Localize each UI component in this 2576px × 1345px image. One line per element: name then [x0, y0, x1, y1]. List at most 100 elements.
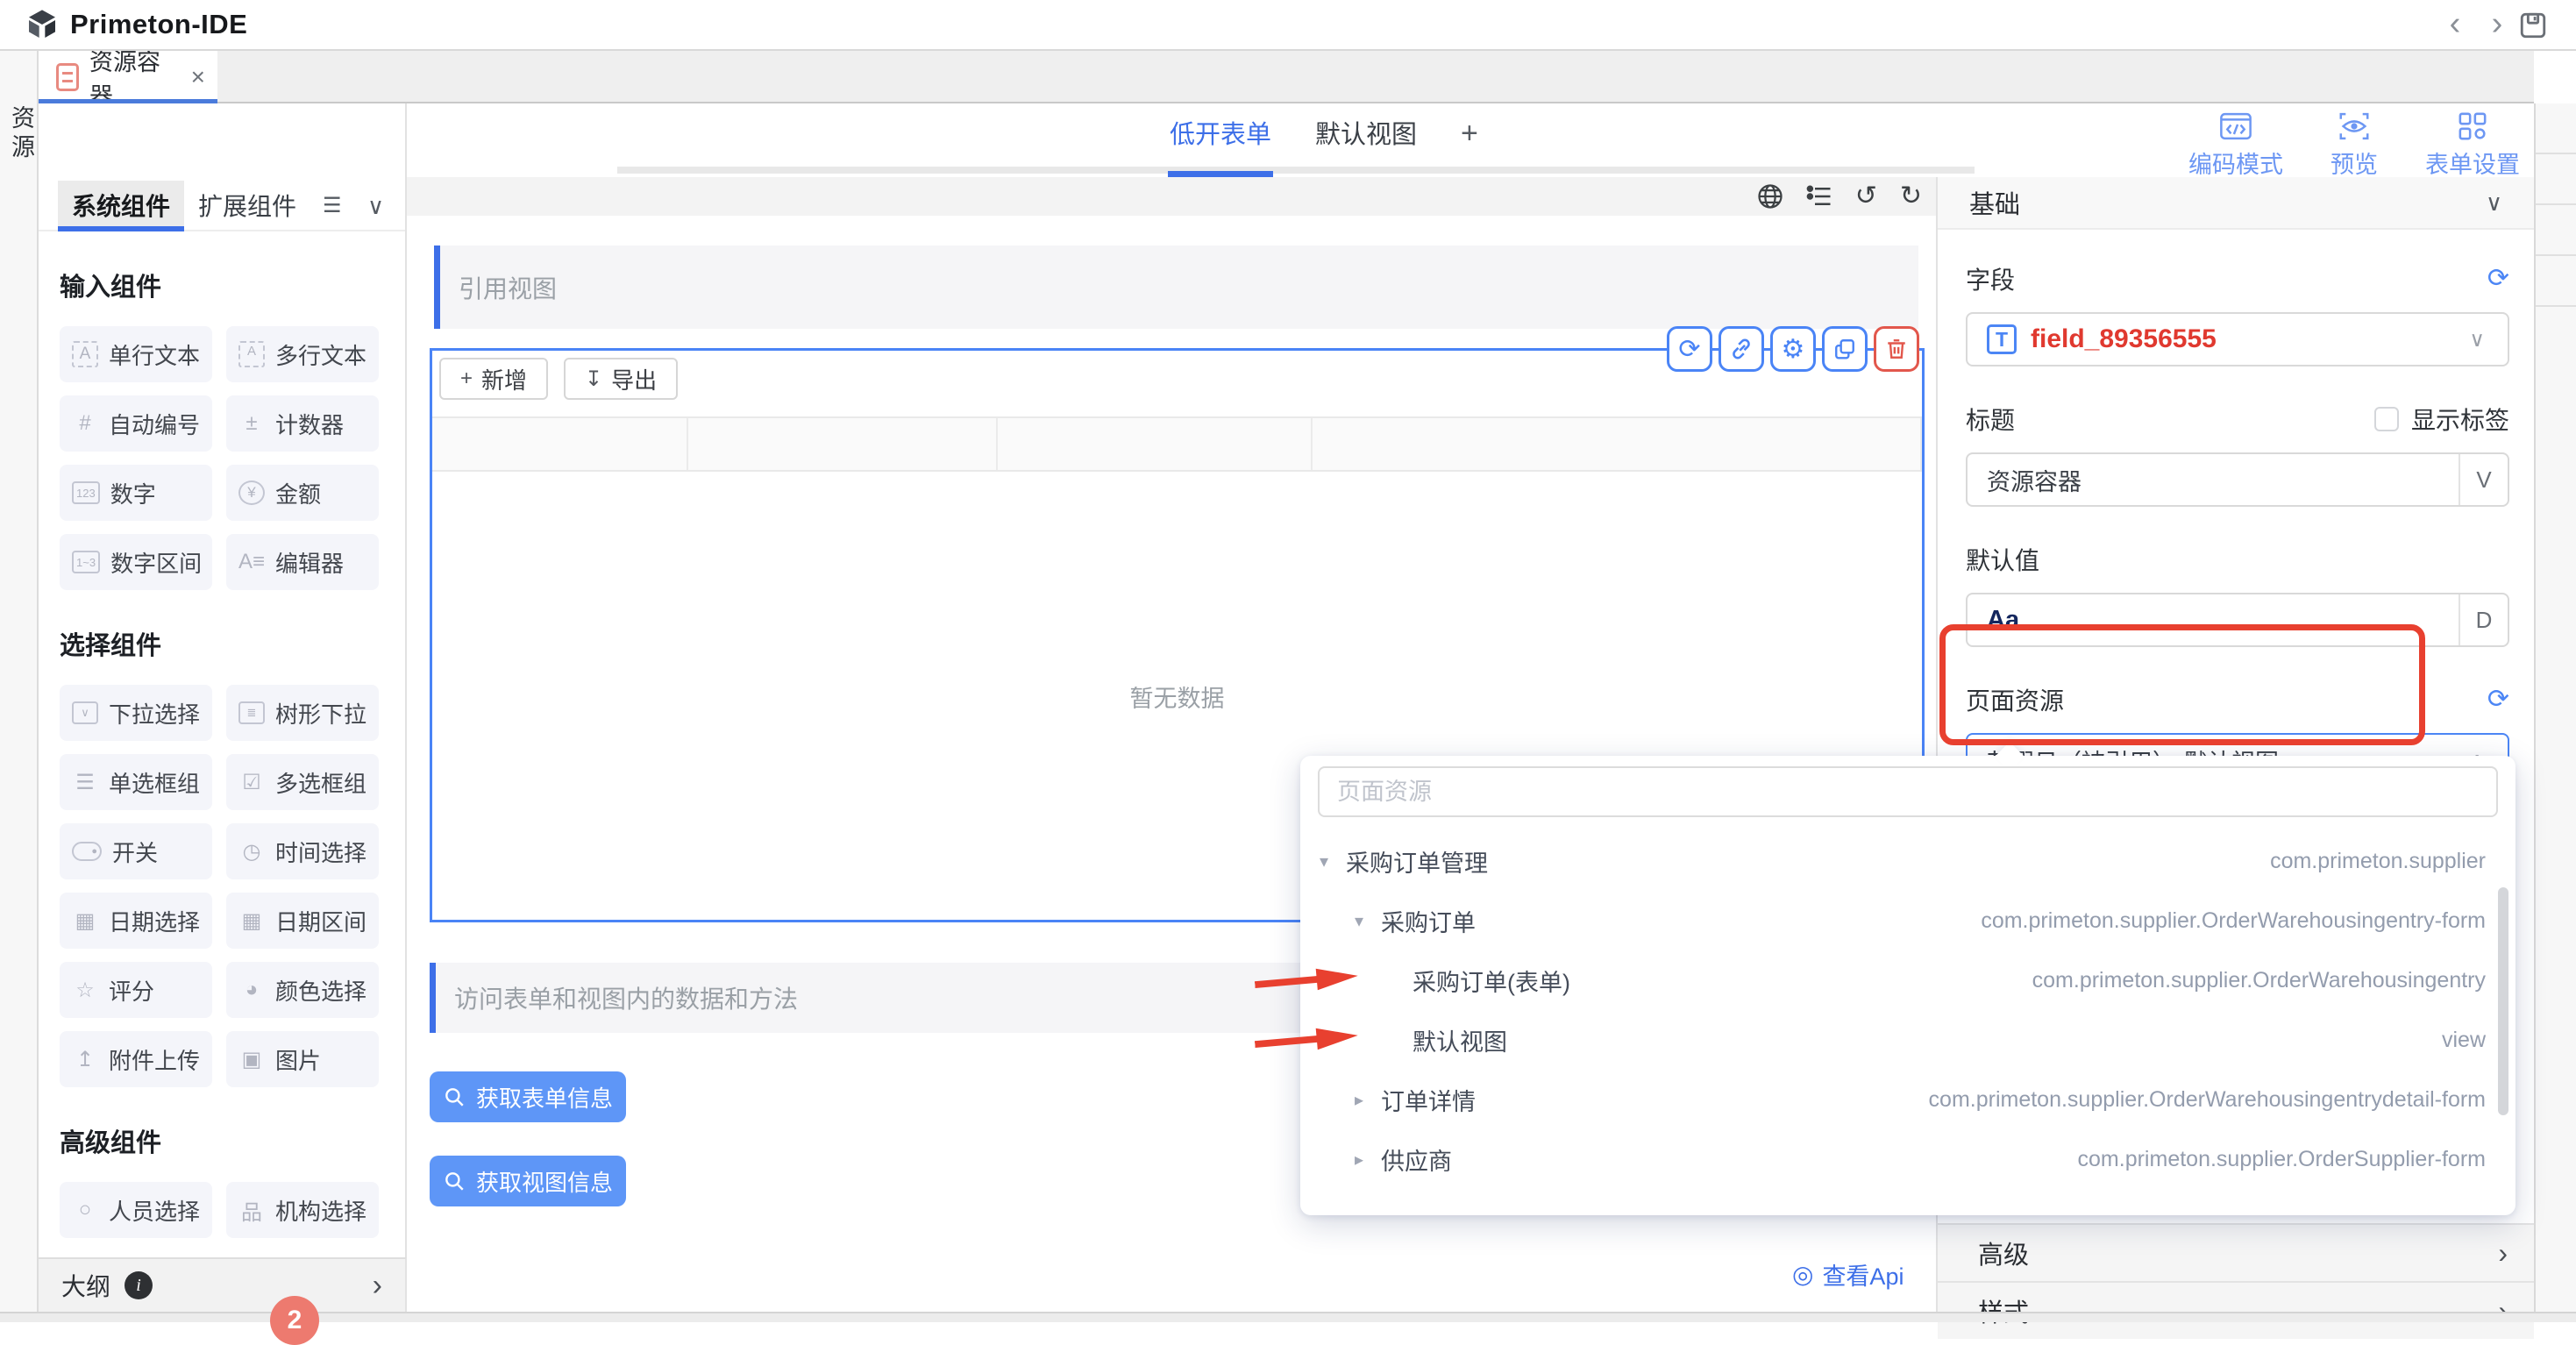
list-layout-icon[interactable]: ☰	[323, 193, 342, 218]
grid-column-header[interactable]	[432, 418, 688, 470]
right-rail-tab[interactable]	[2536, 256, 2576, 307]
component-item[interactable]: ▣ 图片	[226, 1031, 379, 1087]
component-item[interactable]: ◷ 时间选择	[226, 823, 379, 879]
section-label: 访问表单和视图内的数据和方法	[454, 980, 798, 1015]
undo-icon[interactable]: ↺	[1855, 183, 1877, 210]
refresh-resource-icon[interactable]: ⟳	[2487, 687, 2509, 713]
outline-settings-icon[interactable]	[1806, 183, 1832, 210]
plus-icon: +	[460, 366, 473, 391]
component-item[interactable]: ∨ 下拉选择	[60, 685, 212, 741]
reference-view-section[interactable]: 引用视图	[434, 246, 1918, 329]
outline-bar[interactable]: 大纲 i ›	[39, 1257, 407, 1312]
refresh-component-button[interactable]: ⟳	[1667, 326, 1712, 372]
component-item[interactable]: A≡ 编辑器	[226, 534, 379, 590]
form-settings-button[interactable]: 表单设置	[2425, 110, 2520, 180]
title-variable-addon[interactable]: V	[2459, 454, 2508, 505]
grid-column-header[interactable]	[998, 418, 1313, 470]
add-row-button[interactable]: + 新增	[439, 358, 548, 400]
add-view-button[interactable]: +	[1461, 117, 1478, 151]
nav-back-icon[interactable]: ‹	[2436, 4, 2474, 46]
link-component-button[interactable]	[1719, 326, 1764, 372]
grid-column-header[interactable]	[1901, 418, 1922, 470]
tree-caret-icon[interactable]: ▾	[1355, 910, 1381, 932]
style-section-header[interactable]: 样式 ›	[1938, 1281, 2534, 1339]
grid-column-header[interactable]	[688, 418, 998, 470]
right-rail-tab[interactable]	[2536, 154, 2576, 205]
tree-caret-icon[interactable]: ▸	[1355, 1149, 1381, 1171]
component-item[interactable]: ○ 人员选择	[60, 1182, 212, 1238]
title-input[interactable]: 资源容器 V	[1966, 452, 2509, 507]
info-icon[interactable]: i	[125, 1271, 153, 1299]
export-button[interactable]: ↧ 导出	[564, 358, 678, 400]
title-label: 标题	[1966, 402, 2015, 437]
preview-eye-icon	[2338, 110, 2370, 142]
tree-caret-icon[interactable]: ▸	[1355, 1089, 1381, 1111]
copy-component-button[interactable]	[1822, 326, 1868, 372]
file-tab-resource-container[interactable]: 资源容器 ×	[39, 51, 217, 103]
advanced-section-header[interactable]: 高级 ›	[1938, 1223, 2534, 1281]
resource-tree-row[interactable]: ▸ 订单详情 com.primeton.supplier.OrderWareho…	[1300, 1070, 2516, 1129]
tab-system-components[interactable]: 系统组件	[58, 181, 184, 230]
get-form-info-button[interactable]: 获取表单信息	[430, 1071, 626, 1122]
save-icon[interactable]	[2518, 11, 2548, 40]
basic-section-header[interactable]: 基础 ∨	[1938, 177, 2534, 230]
component-item[interactable]: ▦ 日期选择	[60, 893, 212, 949]
tab-extension-components[interactable]: 扩展组件	[184, 181, 310, 230]
resource-search-input[interactable]	[1318, 766, 2498, 817]
component-item[interactable]: ☰ 单选框组	[60, 754, 212, 810]
resource-code: com.primeton.supplier.OrderSupplier-form	[2078, 1147, 2516, 1172]
component-item[interactable]: A 多行文本	[226, 326, 379, 382]
view-api-link[interactable]: ◎ 查看Api	[1792, 1257, 1904, 1292]
component-item[interactable]: ☑ 多选框组	[226, 754, 379, 810]
component-item[interactable]: ◕ 颜色选择	[226, 962, 379, 1018]
resource-tree-row[interactable]: ▾ 采购订单管理 com.primeton.supplier	[1300, 831, 2516, 891]
tab-default-view[interactable]: 默认视图	[1315, 114, 1417, 156]
component-item[interactable]: ¥ 金额	[226, 465, 379, 521]
component-item-icon: ○	[72, 1197, 98, 1223]
component-group-title: 选择组件	[60, 625, 405, 662]
component-item[interactable]: ● 开关	[60, 823, 212, 879]
get-view-info-button[interactable]: 获取视图信息	[430, 1156, 626, 1206]
component-item[interactable]: A 单行文本	[60, 326, 212, 382]
grid-header-row	[432, 416, 1922, 472]
resource-tree-row[interactable]: ▸ 供应商 com.primeton.supplier.OrderSupplie…	[1300, 1129, 2516, 1189]
component-item[interactable]: ☆ 评分	[60, 962, 212, 1018]
preview-button[interactable]: 预览	[2330, 110, 2378, 180]
left-rail-resources-tab[interactable]: 资源	[0, 105, 39, 163]
component-item[interactable]: ≣ 树形下拉	[226, 685, 379, 741]
chevron-down-icon[interactable]: ∨	[367, 193, 384, 220]
resource-tree-row[interactable]: ▾ 采购订单 com.primeton.supplier.OrderWareho…	[1300, 891, 2516, 950]
component-item[interactable]: # 自动编号	[60, 395, 212, 452]
chevron-down-icon[interactable]: ∨	[2486, 189, 2502, 217]
component-item[interactable]: ↥ 附件上传	[60, 1031, 212, 1087]
show-label-checkbox[interactable]	[2374, 407, 2399, 431]
delete-component-button[interactable]	[1874, 326, 1919, 372]
chevron-right-icon[interactable]: ›	[373, 1269, 382, 1303]
close-icon[interactable]: ×	[191, 63, 205, 91]
component-item[interactable]: ▦ 日期区间	[226, 893, 379, 949]
code-mode-button[interactable]: 编码模式	[2188, 110, 2283, 180]
resource-tree-row[interactable]: 采购订单(表单) com.primeton.supplier.OrderWare…	[1300, 950, 2516, 1010]
right-rail-tab[interactable]	[2536, 205, 2576, 256]
component-item[interactable]: 品 机构选择	[226, 1182, 379, 1238]
default-value-input[interactable]: Aa D	[1966, 593, 2509, 647]
resource-tree-row[interactable]: 默认视图 view	[1300, 1010, 2516, 1070]
redo-icon[interactable]: ↻	[1900, 183, 1922, 210]
field-select[interactable]: T field_89356555 ∨	[1966, 312, 2509, 366]
grid-column-header[interactable]	[1313, 418, 1901, 470]
tree-caret-icon[interactable]: ▾	[1320, 850, 1346, 872]
scrollbar-thumb[interactable]	[2498, 887, 2508, 1115]
settings-gear-button[interactable]: ⚙	[1770, 326, 1816, 372]
component-item-label: 单行文本	[109, 338, 200, 371]
component-item[interactable]: 1~3 数字区间	[60, 534, 212, 590]
refresh-field-icon[interactable]: ⟳	[2487, 266, 2509, 292]
globe-icon[interactable]	[1757, 183, 1783, 210]
tab-lowcode-form[interactable]: 低开表单	[1170, 114, 1271, 156]
component-item[interactable]: 123 数字	[60, 465, 212, 521]
component-item-icon: ☆	[72, 977, 98, 1003]
right-rail-tab[interactable]	[2536, 103, 2576, 154]
default-dynamic-addon[interactable]: D	[2459, 594, 2508, 645]
nav-forward-icon[interactable]: ›	[2478, 4, 2516, 46]
default-value-label: 默认值	[1966, 542, 2039, 577]
component-item[interactable]: ± 计数器	[226, 395, 379, 452]
